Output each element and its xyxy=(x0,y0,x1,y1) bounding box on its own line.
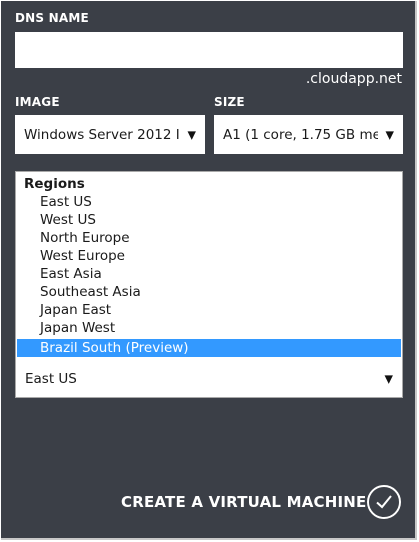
image-selected-value: Windows Server 2012 I xyxy=(24,126,180,143)
dns-suffix: .cloudapp.net xyxy=(305,71,402,87)
region-option-japan-west[interactable]: Japan West xyxy=(17,319,401,337)
region-option-east-us[interactable]: East US xyxy=(17,193,401,211)
create-vm-label[interactable]: CREATE A VIRTUAL MACHINE xyxy=(121,493,366,511)
region-option-southeast-asia[interactable]: Southeast Asia xyxy=(17,283,401,301)
region-option-japan-east[interactable]: Japan East xyxy=(17,301,401,319)
dns-name-input[interactable] xyxy=(15,32,403,68)
create-vm-button[interactable] xyxy=(367,485,401,519)
create-vm-panel: DNS NAME .cloudapp.net IMAGE Windows Ser… xyxy=(1,1,417,540)
dns-name-label: DNS NAME xyxy=(15,11,89,25)
size-label: SIZE xyxy=(214,95,245,109)
region-selected-value: East US xyxy=(25,370,77,387)
region-option-west-europe[interactable]: West Europe xyxy=(17,247,401,265)
chevron-down-icon: ▼ xyxy=(384,372,393,385)
image-label: IMAGE xyxy=(15,95,60,109)
region-dropdown-list: Regions East US West US North Europe Wes… xyxy=(15,171,403,361)
region-select[interactable]: East US ▼ xyxy=(15,360,403,398)
region-option-west-us[interactable]: West US xyxy=(17,211,401,229)
chevron-down-icon: ▼ xyxy=(385,128,394,141)
chevron-down-icon: ▼ xyxy=(187,128,196,141)
size-select[interactable]: A1 (1 core, 1.75 GB me ▼ xyxy=(214,115,403,154)
region-group-header: Regions xyxy=(24,176,85,192)
region-option-north-europe[interactable]: North Europe xyxy=(17,229,401,247)
image-select[interactable]: Windows Server 2012 I ▼ xyxy=(15,115,205,154)
region-option-east-asia[interactable]: East Asia xyxy=(17,265,401,283)
size-selected-value: A1 (1 core, 1.75 GB me xyxy=(223,126,378,143)
region-option-brazil-south[interactable]: Brazil South (Preview) xyxy=(17,339,401,357)
check-icon xyxy=(376,495,392,509)
